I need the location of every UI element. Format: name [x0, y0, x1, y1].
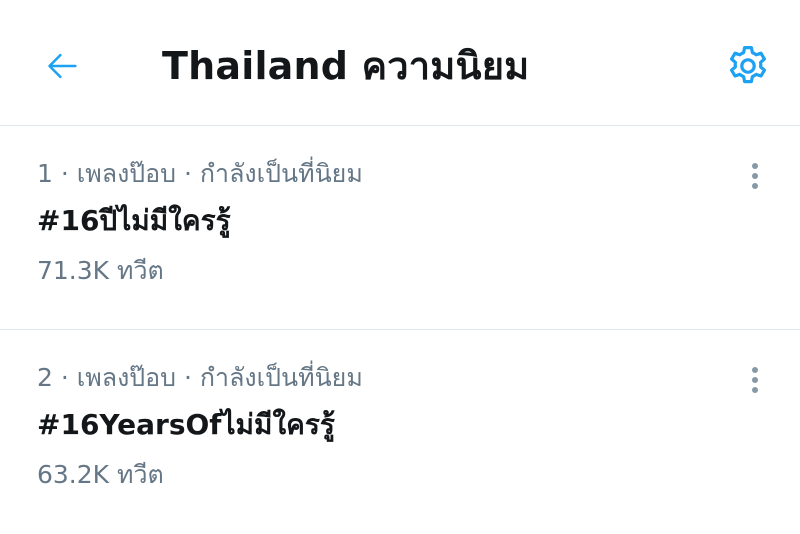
- more-vertical-icon: [752, 163, 758, 189]
- trend-meta: 1 · เพลงป๊อบ · กำลังเป็นที่นิยม: [37, 159, 363, 188]
- trend-tweet-count: 71.3K ทวีต: [37, 256, 164, 285]
- app-header: Thailand ความนิยม: [0, 0, 800, 126]
- back-button[interactable]: [40, 44, 84, 88]
- more-options-button[interactable]: [740, 154, 770, 198]
- more-options-button[interactable]: [740, 358, 770, 402]
- trend-hashtag[interactable]: #16ปีไม่มีใครรู้: [37, 201, 231, 241]
- trend-item[interactable]: 2 · เพลงป๊อบ · กำลังเป็นที่นิยม #16Years…: [0, 330, 800, 534]
- trend-item[interactable]: 1 · เพลงป๊อบ · กำลังเป็นที่นิยม #16ปีไม่…: [0, 126, 800, 330]
- trend-tweet-count: 63.2K ทวีต: [37, 460, 164, 489]
- arrow-left-icon: [48, 53, 77, 79]
- trend-hashtag[interactable]: #16YearsOfไม่มีใครรู้: [37, 405, 335, 445]
- settings-button[interactable]: [720, 38, 776, 94]
- more-vertical-icon: [752, 367, 758, 393]
- gear-icon: [730, 46, 766, 84]
- page-title: Thailand ความนิยม: [162, 44, 530, 88]
- trend-meta: 2 · เพลงป๊อบ · กำลังเป็นที่นิยม: [37, 363, 363, 392]
